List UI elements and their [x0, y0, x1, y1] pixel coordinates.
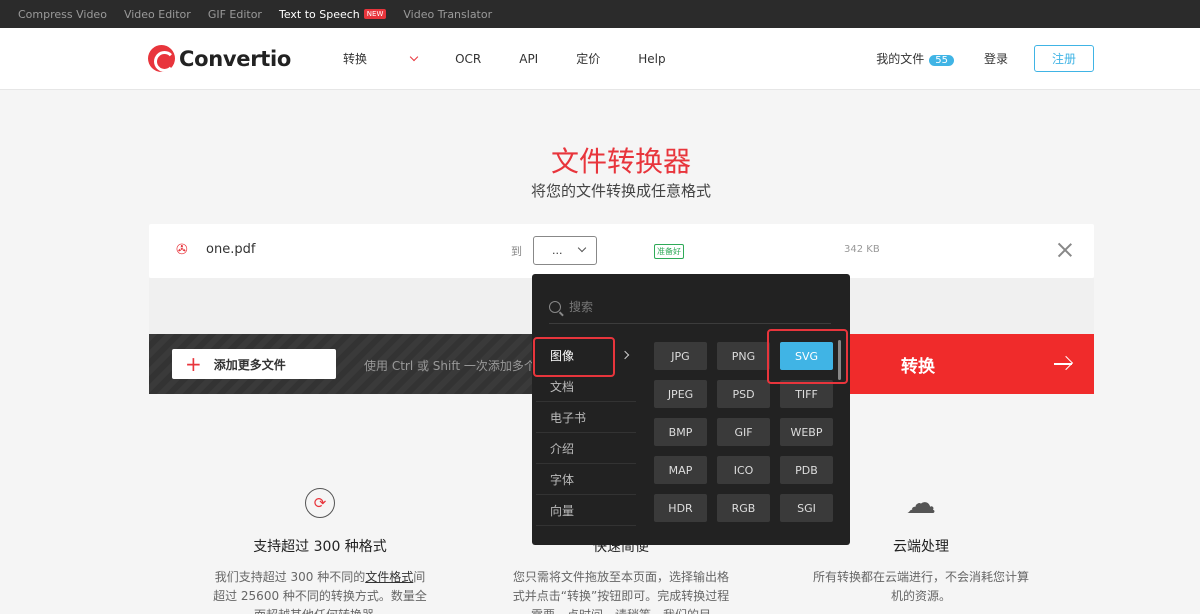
my-files-link[interactable]: 我的文件 55	[876, 50, 954, 67]
new-badge: NEW	[363, 9, 387, 19]
main-header: Convertio 转换 OCR API 定价 Help 我的文件 55 登录 注…	[0, 28, 1200, 90]
format-select[interactable]: ...	[533, 236, 597, 265]
category-highlight-box	[533, 337, 615, 377]
format-select-value: ...	[552, 244, 563, 257]
top-bar: Compress Video Video Editor GIF Editor T…	[0, 0, 1200, 28]
tts-label: Text to Speech	[278, 7, 360, 21]
category-vector[interactable]: 向量	[536, 495, 636, 526]
status-badge: 准备好	[654, 244, 684, 259]
nav-ocr[interactable]: OCR	[455, 52, 481, 66]
file-name: one.pdf	[206, 242, 256, 257]
format-search[interactable]: 搜索	[549, 290, 831, 324]
refresh-icon: ⟳	[305, 488, 335, 518]
logo[interactable]: Convertio	[148, 45, 291, 72]
topbar-link-compress-video[interactable]: Compress Video	[18, 8, 107, 21]
cloud-upload-icon: ☁	[906, 485, 936, 521]
add-more-label: 添加更多文件	[213, 357, 286, 372]
convert-button[interactable]: 转换	[849, 334, 1094, 394]
nav-api[interactable]: API	[519, 52, 538, 66]
feature-cloud-text: 所有转换都在云端进行，不会消耗您计算机的资源。	[812, 570, 1029, 603]
my-files-label: 我的文件	[876, 52, 925, 66]
topbar-link-video-editor[interactable]: Video Editor	[124, 8, 191, 21]
format-bmp[interactable]: BMP	[654, 418, 707, 446]
remove-file-icon[interactable]	[1058, 243, 1072, 257]
register-button[interactable]: 注册	[1034, 45, 1094, 72]
format-map[interactable]: MAP	[654, 456, 707, 484]
nav-help[interactable]: Help	[638, 52, 665, 66]
format-pdb[interactable]: PDB	[780, 456, 833, 484]
category-ebook[interactable]: 电子书	[536, 402, 636, 433]
header-right: 我的文件 55 登录 注册	[876, 45, 1094, 72]
search-placeholder: 搜索	[569, 300, 594, 314]
file-row: ✇ one.pdf 到 ... 准备好 342 KB	[149, 224, 1094, 278]
pdf-icon: ✇	[176, 242, 188, 258]
page-title: 文件转换器	[550, 145, 691, 178]
format-rgb[interactable]: RGB	[717, 494, 770, 522]
nav-convert[interactable]: 转换	[343, 50, 419, 67]
format-png[interactable]: PNG	[717, 342, 770, 370]
feature-formats-text: 我们支持超过 300 种不同的文件格式间超过 25600 种不同的转换方式。数量…	[210, 568, 430, 614]
file-formats-link[interactable]: 文件格式	[365, 570, 413, 584]
category-presentation[interactable]: 介绍	[536, 433, 636, 464]
page-subtitle: 将您的文件转换成任意格式	[530, 182, 711, 200]
feature-fast-text: 您只需将文件拖放至本页面，选择输出格式并点击“转换”按钮即可。完成转换过程需要一…	[512, 570, 730, 614]
plus-icon: +	[185, 352, 202, 376]
login-link[interactable]: 登录	[984, 50, 1008, 67]
logo-text: Convertio	[179, 46, 292, 71]
files-count-badge: 55	[929, 55, 954, 66]
topbar-link-video-translator[interactable]: Video Translator	[403, 8, 492, 21]
chevron-down-icon	[577, 243, 587, 253]
format-ico[interactable]: ICO	[717, 456, 770, 484]
nav-pricing[interactable]: 定价	[576, 50, 600, 67]
arrow-right-icon	[1054, 355, 1072, 373]
format-sgi[interactable]: SGI	[780, 494, 833, 522]
topbar-link-gif-editor[interactable]: GIF Editor	[208, 8, 262, 21]
category-font[interactable]: 字体	[536, 464, 636, 495]
format-hdr[interactable]: HDR	[654, 494, 707, 522]
format-dropdown: 搜索 图像 文档 电子书 介绍 字体 向量 JPG PNG SVG JPEG P…	[532, 274, 850, 545]
add-more-files-button[interactable]: + 添加更多文件	[172, 349, 336, 379]
main-nav: 转换 OCR API 定价 Help	[343, 50, 704, 67]
feature-formats: ⟳ 支持超过 300 种格式 我们支持超过 300 种不同的文件格式间超过 25…	[210, 488, 430, 614]
nav-convert-label: 转换	[343, 52, 368, 66]
format-psd[interactable]: PSD	[717, 380, 770, 408]
convert-label: 转换	[901, 356, 935, 377]
multi-select-hint: 使用 Ctrl 或 Shift 一次添加多个文	[364, 359, 548, 373]
convertio-logo-icon	[148, 45, 175, 72]
format-webp[interactable]: WEBP	[780, 418, 833, 446]
feature-formats-title: 支持超过 300 种格式	[253, 539, 387, 555]
format-tiff[interactable]: TIFF	[780, 380, 833, 408]
topbar-link-text-to-speech[interactable]: Text to Speech NEW	[278, 7, 387, 21]
to-label: 到	[511, 245, 522, 258]
feature-formats-text-pre: 我们支持超过 300 种不同的	[214, 570, 366, 584]
search-icon	[549, 300, 561, 313]
chevron-down-icon	[409, 52, 419, 62]
format-jpg[interactable]: JPG	[654, 342, 707, 370]
file-size: 342 KB	[844, 244, 880, 255]
svg-highlight-box	[767, 329, 848, 384]
format-jpeg[interactable]: JPEG	[654, 380, 707, 408]
format-gif[interactable]: GIF	[717, 418, 770, 446]
